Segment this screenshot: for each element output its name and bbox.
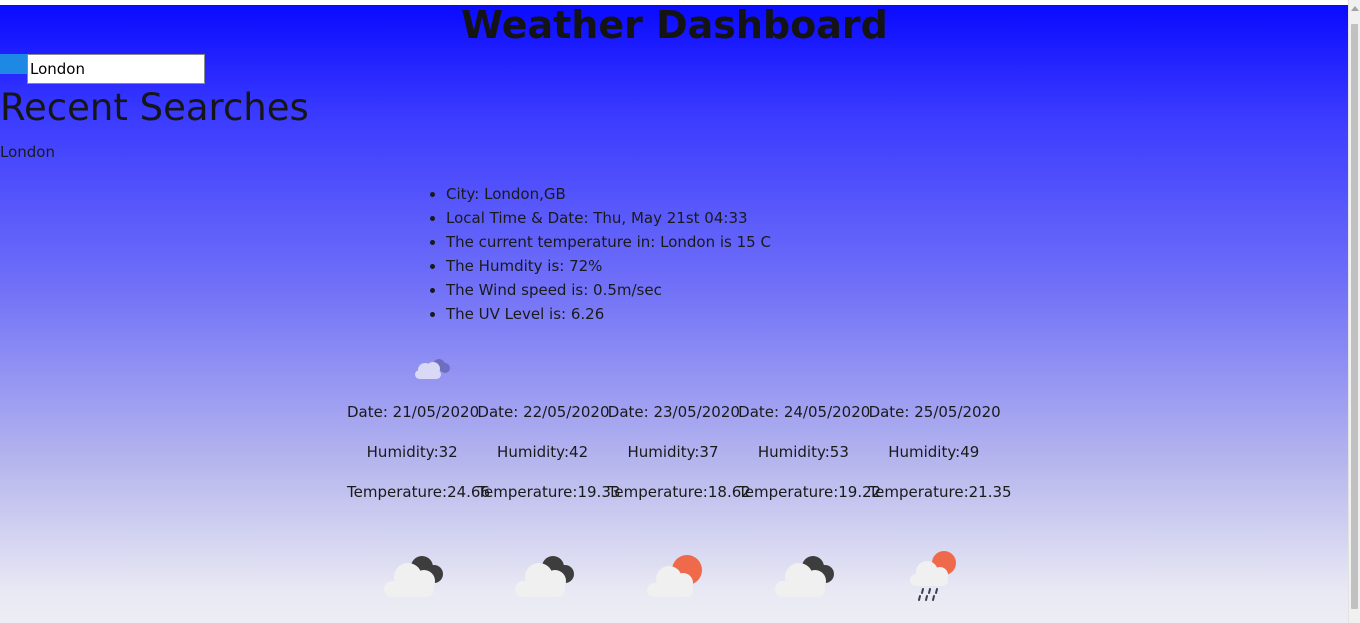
forecast-humidity: Humidity:49 bbox=[888, 443, 980, 461]
cloudy-icon bbox=[384, 556, 444, 597]
dashboard-page: Weather Dashboard Recent Searches London… bbox=[0, 5, 1349, 623]
rain-sun-icon bbox=[909, 551, 956, 601]
scrollbar-thumb[interactable] bbox=[1351, 24, 1358, 609]
cloudy-icon bbox=[775, 556, 835, 597]
forecast-temperature: Temperature:19.33 bbox=[477, 483, 621, 501]
forecast-date: Date: 25/05/2020 bbox=[868, 403, 1001, 421]
forecast-humidity: Humidity:37 bbox=[627, 443, 719, 461]
current-local-time: Local Time & Date: Thu, May 21st 04:33 bbox=[446, 206, 771, 230]
current-uv: The UV Level is: 6.26 bbox=[446, 302, 771, 326]
forecast-date: Date: 22/05/2020 bbox=[477, 403, 610, 421]
current-humidity: The Humdity is: 72% bbox=[446, 254, 771, 278]
cloudy-icon bbox=[514, 556, 574, 597]
forecast-temperature: Temperature:21.35 bbox=[868, 483, 1012, 501]
recent-searches-heading: Recent Searches bbox=[0, 86, 309, 129]
forecast-date: Date: 24/05/2020 bbox=[738, 403, 871, 421]
forecast-humidity: Humidity:32 bbox=[366, 443, 458, 461]
current-weather-list: City: London,GB Local Time & Date: Thu, … bbox=[428, 182, 771, 326]
search-input[interactable] bbox=[27, 54, 205, 84]
search-button[interactable] bbox=[0, 54, 27, 74]
forecast-temperature: Temperature:18.62 bbox=[607, 483, 751, 501]
forecast-date: Date: 21/05/2020 bbox=[347, 403, 480, 421]
recent-search-item[interactable]: London bbox=[0, 143, 55, 161]
forecast-temperature: Temperature:24.66 bbox=[347, 483, 491, 501]
forecast-icons-row bbox=[347, 545, 999, 605]
forecast-dates-row: Date: 21/05/2020 Date: 22/05/2020 Date: … bbox=[347, 403, 1001, 421]
cloudy-icon bbox=[415, 359, 450, 379]
current-wind: The Wind speed is: 0.5m/sec bbox=[446, 278, 771, 302]
forecast-humidity-row: Humidity:32 Humidity:42 Humidity:37 Humi… bbox=[347, 443, 999, 461]
forecast-humidity: Humidity:42 bbox=[497, 443, 589, 461]
forecast-date: Date: 23/05/2020 bbox=[607, 403, 740, 421]
vertical-scrollbar[interactable] bbox=[1348, 0, 1360, 623]
forecast-temperature-row: Temperature:24.66 Temperature:19.33 Temp… bbox=[347, 483, 1012, 501]
partly-sunny-icon bbox=[646, 555, 702, 597]
current-city: City: London,GB bbox=[446, 182, 771, 206]
page-title: Weather Dashboard bbox=[461, 5, 888, 47]
forecast-temperature: Temperature:19.22 bbox=[738, 483, 882, 501]
scroll-up-icon[interactable] bbox=[1351, 6, 1359, 11]
forecast-humidity: Humidity:53 bbox=[757, 443, 849, 461]
current-temperature: The current temperature in: London is 15… bbox=[446, 230, 771, 254]
